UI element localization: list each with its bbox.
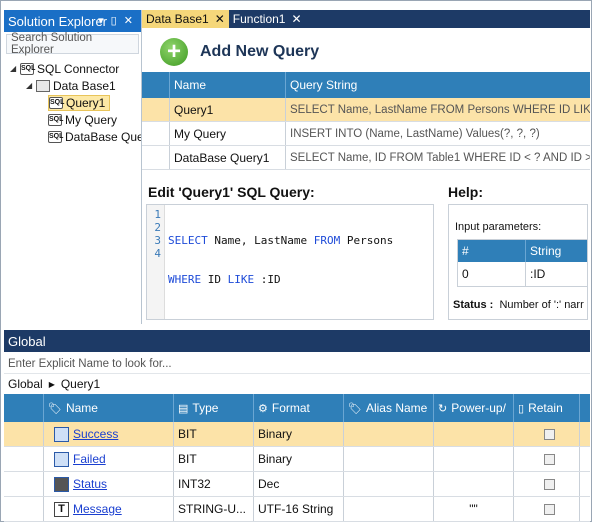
query-row[interactable]: DataBase Query1 SELECT Name, ID FROM Tab…	[142, 146, 590, 170]
global-panel-header: Global	[4, 330, 590, 352]
query-icon: SQL	[49, 96, 64, 109]
query-name: My Query	[170, 122, 286, 145]
query-icon: SQL	[48, 113, 63, 126]
tree-node-database-query1[interactable]: SQL DataBase Query1	[4, 128, 141, 145]
column-header-name[interactable]: Name	[170, 72, 286, 98]
battery-icon: ▯	[518, 402, 525, 415]
sql-code-editor[interactable]: 1 2 3 4 SELECT Name, LastName FROM Perso…	[146, 204, 434, 320]
help-title: Help:	[448, 184, 483, 200]
document-tabs: Data Base1 ✕ Function1 ✕	[142, 10, 590, 28]
input-parameters-grid: # String 0 :ID	[457, 239, 587, 287]
variables-grid: 🏷 Name ▤ Type ⚙ Format 🏷 Alias Name ↻ Power-u…	[4, 394, 590, 522]
variable-icon	[54, 426, 69, 442]
variable-name-link[interactable]: Status	[73, 477, 107, 491]
solution-tree: ◢ SQL SQL Connector ◢ Data Base1 SQL Que…	[4, 56, 141, 145]
database-icon	[36, 79, 50, 92]
query-string: SELECT Name, ID FROM Table1 WHERE ID < ?…	[290, 151, 590, 164]
column-header-name[interactable]: 🏷 Name	[44, 394, 174, 422]
column-header-index: #	[458, 240, 526, 262]
breadcrumb: Global ▶ Query1	[4, 374, 590, 394]
breadcrumb-query1[interactable]: Query1	[61, 377, 100, 391]
retain-checkbox[interactable]	[544, 503, 555, 515]
variable-name-link[interactable]: Success	[73, 427, 118, 441]
tag-icon: 🏷	[48, 402, 62, 415]
column-header-type[interactable]: ▤ Type	[174, 394, 254, 422]
query-name: Query1	[170, 98, 286, 121]
tree-node-database[interactable]: ◢ Data Base1	[4, 77, 141, 94]
help-status: Status : Number of ':' narr	[453, 299, 584, 311]
close-icon[interactable]: ✕	[291, 12, 301, 26]
help-panel: Input parameters: # String 0 :ID Status …	[448, 204, 588, 320]
query-string: INSERT INTO (Name, LastName) Values(?, ?…	[290, 127, 540, 140]
global-search-input[interactable]: Enter Explicit Name to look for...	[4, 354, 590, 374]
column-header-query-string[interactable]: Query String	[286, 72, 590, 98]
collapse-icon[interactable]: ◢	[26, 81, 35, 90]
variable-name-link[interactable]: Failed	[73, 452, 106, 466]
query-row[interactable]: My Query INSERT INTO (Name, LastName) Va…	[142, 122, 590, 146]
line-number-gutter: 1 2 3 4	[147, 205, 165, 319]
query-name: DataBase Query1	[170, 146, 286, 169]
column-header-retain[interactable]: ▯ Retain	[514, 394, 580, 422]
column-header-format[interactable]: ⚙ Format	[254, 394, 344, 422]
variable-icon	[54, 451, 69, 467]
variables-grid-header: 🏷 Name ▤ Type ⚙ Format 🏷 Alias Name ↻ Power-u…	[4, 394, 590, 422]
variable-name-link[interactable]: Message	[73, 502, 122, 516]
table-row[interactable]: Success BIT Binary	[4, 422, 590, 447]
edit-query-title: Edit 'Query1' SQL Query:	[148, 184, 315, 200]
table-row[interactable]: Status INT32 Dec	[4, 472, 590, 497]
parameter-row[interactable]: 0 :ID	[458, 262, 587, 286]
solution-explorer: Solution Explorer ▾ ▯ ✕ Search Solution …	[4, 10, 142, 324]
query-row[interactable]: Query1 SELECT Name, LastName FROM Person…	[142, 98, 590, 122]
collapse-icon[interactable]: ◢	[10, 64, 19, 73]
query-grid: Name Query String Query1 SELECT Name, La…	[142, 72, 590, 170]
column-header-alias-name[interactable]: 🏷 Alias Name	[344, 394, 434, 422]
query-grid-header: Name Query String	[142, 72, 590, 98]
panel-controls-icon[interactable]: ▾ ▯ ✕	[98, 14, 135, 27]
plus-icon: +	[160, 38, 188, 66]
retain-checkbox[interactable]	[544, 453, 555, 465]
tree-node-my-query[interactable]: SQL My Query	[4, 111, 141, 128]
solution-explorer-search-input[interactable]: Search Solution Explorer	[6, 32, 139, 56]
add-new-query-label: Add New Query	[200, 43, 320, 60]
solution-explorer-title: Solution Explorer	[8, 13, 107, 29]
format-icon: ⚙	[258, 402, 268, 415]
breadcrumb-global[interactable]: Global	[8, 377, 43, 391]
add-new-query-button[interactable]: + Add New Query	[160, 38, 319, 66]
query-icon: SQL	[48, 130, 63, 143]
sql-code: SELECT Name, LastName FROM Persons WHERE…	[168, 234, 394, 286]
column-header-string: String	[530, 244, 562, 258]
sql-connector-icon: SQL	[20, 62, 35, 75]
retain-checkbox[interactable]	[544, 478, 555, 490]
tree-node-sql-connector[interactable]: ◢ SQL SQL Connector	[4, 60, 141, 77]
table-row[interactable]: T Message STRING-U... UTF-16 String ""	[4, 497, 590, 522]
text-icon: T	[54, 501, 69, 517]
retain-checkbox[interactable]	[544, 428, 555, 440]
tree-node-query1[interactable]: SQL Query1	[4, 94, 141, 111]
parameters-header: # String	[458, 240, 587, 262]
close-icon[interactable]: ✕	[215, 12, 225, 26]
input-parameters-label: Input parameters:	[455, 221, 542, 233]
query-editor-area: + Add New Query Name Query String Query1…	[142, 28, 590, 324]
query-string: SELECT Name, LastName FROM Persons WHERE…	[290, 103, 590, 116]
tag-icon: 🏷	[348, 402, 362, 415]
global-variables-panel: Global Enter Explicit Name to look for..…	[4, 330, 590, 522]
solution-explorer-header: Solution Explorer ▾ ▯ ✕	[4, 10, 141, 32]
chevron-right-icon: ▶	[48, 379, 55, 389]
calculator-icon	[54, 476, 69, 492]
tab-data-base1[interactable]: Data Base1 ✕	[142, 10, 229, 28]
tab-function1[interactable]: Function1 ✕	[229, 10, 306, 28]
power-icon: ↻	[438, 402, 448, 415]
table-row[interactable]: Failed BIT Binary	[4, 447, 590, 472]
type-icon: ▤	[178, 402, 189, 415]
column-header-power-up[interactable]: ↻ Power-up/	[434, 394, 514, 422]
